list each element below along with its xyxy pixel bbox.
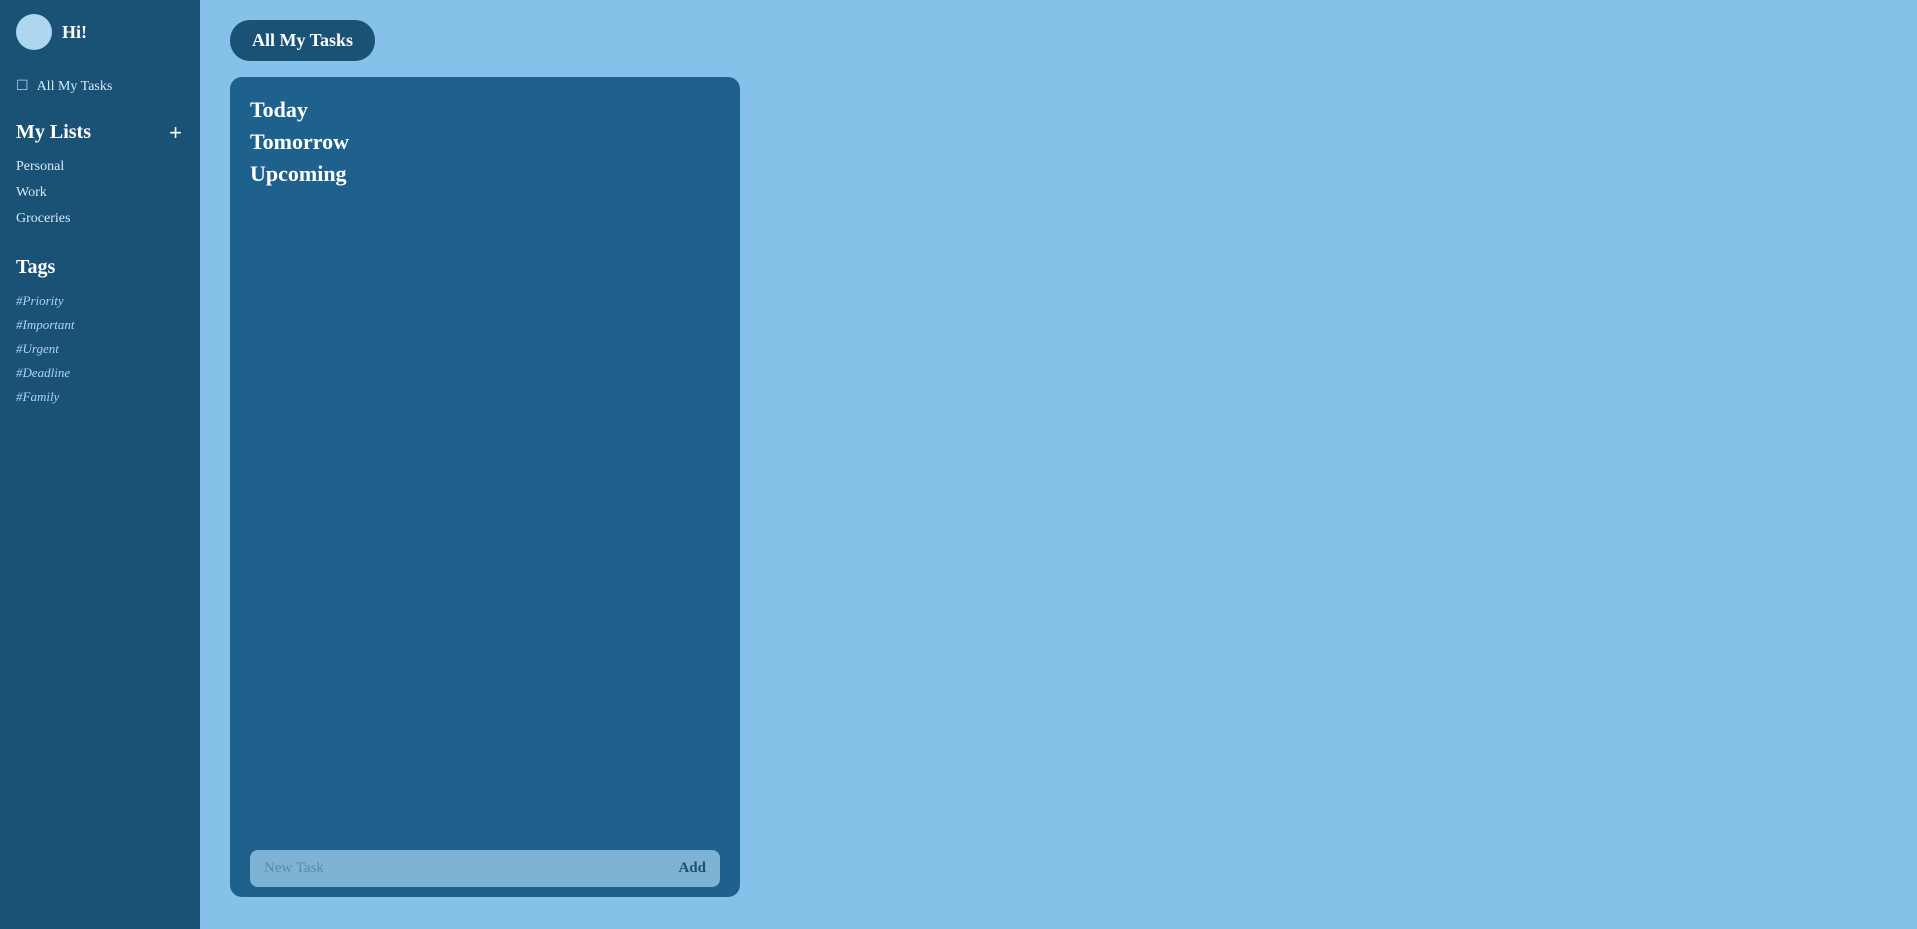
avatar bbox=[16, 14, 52, 50]
tag-urgent[interactable]: #Urgent bbox=[16, 337, 184, 361]
sidebar-all-tasks[interactable]: ☐ All My Tasks bbox=[16, 72, 184, 101]
user-greeting: Hi! bbox=[62, 22, 87, 43]
user-header: Hi! bbox=[0, 0, 200, 64]
main-content: All My Tasks Today Tomorrow Upcoming Add bbox=[200, 0, 1917, 929]
checkbox-icon: ☐ bbox=[16, 78, 29, 95]
list-item-groceries[interactable]: Groceries bbox=[16, 206, 184, 232]
filter-upcoming[interactable]: Upcoming bbox=[250, 161, 720, 187]
tag-deadline[interactable]: #Deadline bbox=[16, 361, 184, 385]
sidebar-nav: ☐ All My Tasks My Lists + Personal Work … bbox=[0, 64, 200, 417]
tag-important[interactable]: #Important bbox=[16, 313, 184, 337]
task-card: Today Tomorrow Upcoming Add bbox=[230, 77, 740, 897]
all-tasks-label: All My Tasks bbox=[37, 79, 113, 95]
tag-priority[interactable]: #Priority bbox=[16, 289, 184, 313]
filter-today[interactable]: Today bbox=[250, 97, 720, 123]
new-task-input[interactable] bbox=[264, 860, 678, 877]
add-task-button[interactable]: Add bbox=[678, 860, 706, 877]
task-list-area bbox=[250, 197, 720, 840]
my-lists-title: My Lists bbox=[16, 121, 91, 144]
lists-container: Personal Work Groceries bbox=[16, 154, 184, 232]
tag-family[interactable]: #Family bbox=[16, 385, 184, 409]
new-task-bar: Add bbox=[250, 850, 720, 887]
list-item-work[interactable]: Work bbox=[16, 180, 184, 206]
list-item-personal[interactable]: Personal bbox=[16, 154, 184, 180]
sidebar: Hi! ☐ All My Tasks My Lists + Personal W… bbox=[0, 0, 200, 929]
page-title-button[interactable]: All My Tasks bbox=[230, 20, 375, 61]
my-lists-section-header: My Lists + bbox=[16, 121, 184, 144]
add-list-button[interactable]: + bbox=[167, 122, 184, 144]
task-filters: Today Tomorrow Upcoming bbox=[250, 97, 720, 187]
filter-tomorrow[interactable]: Tomorrow bbox=[250, 129, 720, 155]
tags-title: Tags bbox=[16, 256, 184, 279]
tags-section: Tags #Priority #Important #Urgent #Deadl… bbox=[16, 256, 184, 409]
